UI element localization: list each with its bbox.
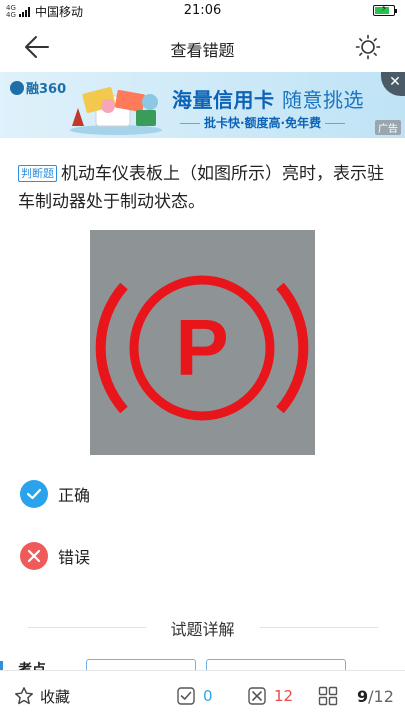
wrong-count-button[interactable]: 12 (248, 685, 293, 707)
ad-logo: 融360 (10, 78, 66, 97)
ad-logo-text: 融360 (26, 82, 67, 97)
star-icon (15, 687, 33, 705)
wrong-count: 12 (274, 687, 294, 705)
charging-icon: ⚡ (380, 4, 388, 14)
question-text: 机动车仪表板上（如图所示）亮时，表示驻车制动器处于制动状态。 (18, 164, 384, 212)
parking-symbol-letter: P (175, 303, 228, 392)
divider (260, 627, 378, 628)
correct-count: 0 (203, 687, 213, 705)
ad-headline: 海量信用卡 随意挑选 (172, 84, 364, 113)
ad-banner[interactable]: 融360 海量信用卡 随意挑选 批卡快·额度高·免年费 ✕ 广告 (0, 72, 405, 138)
close-icon[interactable]: ✕ (381, 72, 405, 96)
option-wrong[interactable]: 错误 (20, 541, 90, 571)
detail-section-header: 试题详解 (0, 616, 405, 639)
parking-brake-warning-image: P (90, 230, 315, 455)
cross-icon (20, 542, 48, 570)
favorite-button[interactable]: 收藏 (14, 685, 70, 707)
ad-subline: 批卡快·额度高·免年费 (176, 114, 349, 131)
sun-icon[interactable] (355, 34, 381, 60)
status-bar: 4G 4G 中国移动 21:06 ⚡ (0, 0, 405, 22)
option-label: 正确 (58, 486, 91, 505)
check-icon (20, 480, 48, 508)
option-label: 错误 (58, 548, 91, 567)
ad-tag: 广告 (375, 120, 401, 135)
page-title: 查看错题 (170, 41, 235, 60)
ad-headline-bold: 海量信用卡 (172, 88, 275, 112)
checkbox-check-icon (177, 687, 195, 705)
page-indicator[interactable]: 9/12 (357, 685, 394, 707)
current-page: 9 (357, 686, 369, 706)
battery-icon: ⚡ (373, 4, 397, 16)
detail-title: 试题详解 (170, 620, 235, 639)
nav-bar: 查看错题 (0, 22, 405, 72)
correct-count-button[interactable]: 0 (177, 685, 213, 707)
checkbox-cross-icon (248, 687, 266, 705)
grid-icon[interactable] (318, 685, 338, 707)
ad-illustration-icon (70, 87, 162, 135)
question-type-badge: 判断题 (18, 165, 57, 182)
favorite-label: 收藏 (40, 687, 71, 706)
status-time: 21:06 (183, 3, 222, 18)
ad-logo-mark (10, 81, 24, 95)
bottom-bar: 收藏 0 12 9/12 (0, 670, 405, 720)
total-pages: /12 (368, 686, 394, 706)
ad-headline-light: 随意挑选 (281, 88, 364, 112)
knowledge-point-row: 考点 (0, 657, 405, 671)
option-correct[interactable]: 正确 (20, 479, 90, 509)
question-text-block: 判断题 机动车仪表板上（如图所示）亮时，表示驻车制动器处于制动状态。 (18, 160, 388, 216)
